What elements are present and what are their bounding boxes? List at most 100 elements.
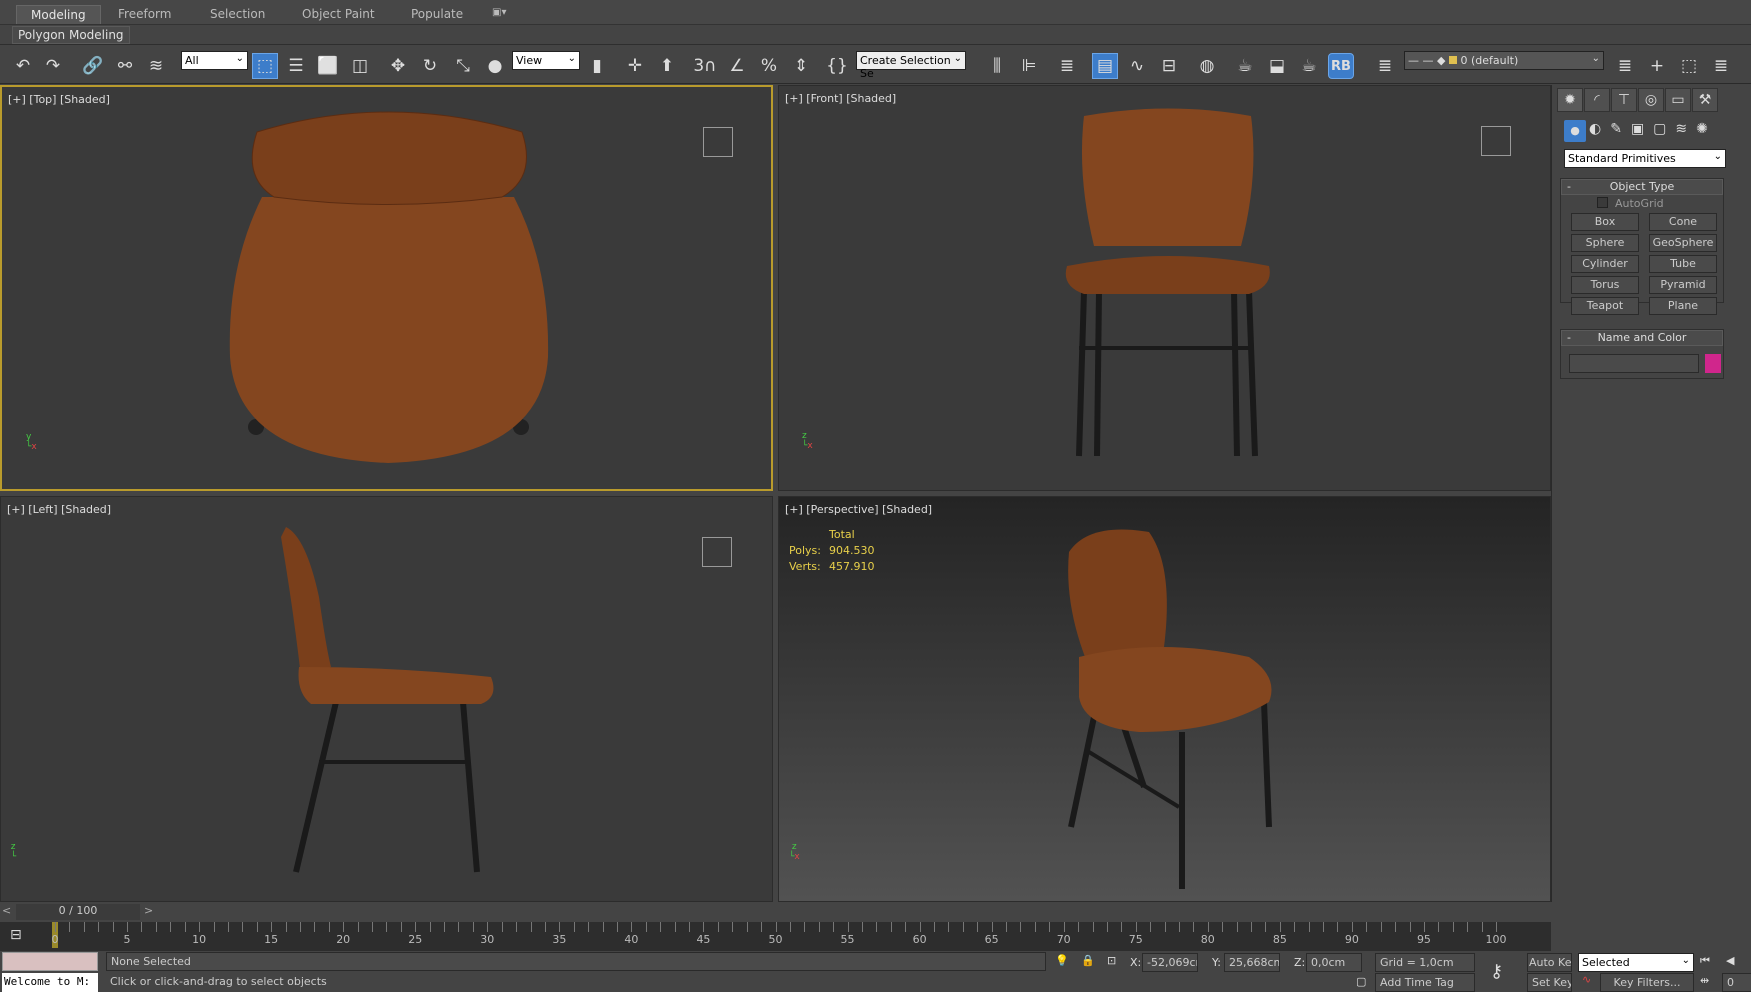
current-frame-input[interactable]: 0 xyxy=(1722,973,1751,992)
snaps-toggle-icon[interactable]: 3∩ xyxy=(692,53,718,79)
maxscript-input[interactable]: Welcome to M: xyxy=(2,973,98,992)
select-in-layer-icon[interactable]: ⬚ xyxy=(1676,53,1702,79)
polygon-modeling-label[interactable]: Polygon Modeling xyxy=(12,26,130,44)
teapot-button[interactable]: Teapot xyxy=(1571,297,1639,315)
object-color-swatch[interactable] xyxy=(1705,354,1721,373)
x-coordinate-input[interactable]: -52,069cm xyxy=(1142,953,1198,972)
plane-button[interactable]: Plane xyxy=(1649,297,1717,315)
display-tab-icon[interactable]: ▭ xyxy=(1665,88,1691,112)
tab-modeling[interactable]: Modeling xyxy=(16,5,101,24)
viewport-label[interactable]: [+] [Left] [Shaded] xyxy=(7,503,111,516)
tube-button[interactable]: Tube xyxy=(1649,255,1717,273)
reference-coordinate-dropdown[interactable]: View ⌄ xyxy=(512,51,580,70)
autogrid-checkbox[interactable] xyxy=(1597,197,1608,208)
auto-key-button[interactable]: Auto Key xyxy=(1527,953,1572,972)
previous-frame-icon[interactable]: ◀ xyxy=(1726,954,1734,967)
viewport-left[interactable]: [+] [Left] [Shaded] z └ xyxy=(0,496,773,902)
default-in-out-tangent-key-icon[interactable]: ⚷ xyxy=(1490,961,1503,982)
bind-space-warp-icon[interactable]: ≋ xyxy=(143,53,169,79)
z-coordinate-input[interactable]: 0,0cm xyxy=(1306,953,1362,972)
next-frame-button[interactable]: > xyxy=(144,904,153,917)
key-filters-button[interactable]: Key Filters... xyxy=(1600,973,1694,992)
viewcube-placeholder[interactable] xyxy=(702,537,732,567)
rb-button[interactable]: RB xyxy=(1328,53,1354,79)
selection-filter-dropdown[interactable]: All ⌄ xyxy=(181,51,248,70)
open-mini-curve-editor-icon[interactable]: ⊟ xyxy=(10,927,22,943)
tab-selection[interactable]: Selection xyxy=(196,5,279,24)
cylinder-button[interactable]: Cylinder xyxy=(1571,255,1639,273)
track-bar[interactable]: ⊟ 0 5 10 15 20 25 30 35 40 45 50 55 60 65 70 75 80 85 90 95… xyxy=(0,922,1551,951)
viewport-perspective[interactable]: [+] [Perspective] [Shaded] Total Polys: 9… xyxy=(778,496,1551,902)
select-by-name-icon[interactable]: ☰ xyxy=(283,53,309,79)
box-button[interactable]: Box xyxy=(1571,213,1639,231)
set-keys-curve-icon[interactable]: ∿ xyxy=(1582,973,1591,986)
pyramid-button[interactable]: Pyramid xyxy=(1649,276,1717,294)
align-icon[interactable]: ⊫ xyxy=(1016,53,1042,79)
viewport-label[interactable]: [+] [Perspective] [Shaded] xyxy=(785,503,932,516)
object-name-input[interactable] xyxy=(1569,354,1699,373)
geometry-icon[interactable]: ● xyxy=(1564,120,1586,142)
add-time-tag-button[interactable]: Add Time Tag xyxy=(1375,973,1475,992)
rendered-frame-window-icon[interactable]: ⬓ xyxy=(1264,53,1290,79)
name-color-header[interactable]: - Name and Color xyxy=(1561,330,1723,346)
named-selection-sets-dropdown[interactable]: Create Selection Se ⌄ xyxy=(856,51,966,80)
spinner-snap-icon[interactable]: ⇕ xyxy=(788,53,814,79)
tab-populate[interactable]: Populate xyxy=(397,5,477,24)
tab-freeform[interactable]: Freeform xyxy=(104,5,185,24)
redo-icon[interactable]: ↷ xyxy=(40,53,66,79)
time-slider[interactable]: < 0 / 100 > xyxy=(0,902,1551,922)
viewport-front[interactable]: [+] [Front] [Shaded] z └x xyxy=(778,85,1551,491)
viewport-top[interactable]: [+] [Top] [Shaded] y └x xyxy=(0,85,773,491)
scene-explorer-icon[interactable]: ▤ xyxy=(1092,53,1118,79)
create-tab-icon[interactable]: ✹ xyxy=(1557,88,1583,112)
motion-tab-icon[interactable]: ◎ xyxy=(1638,88,1664,112)
time-slider-thumb[interactable]: 0 / 100 xyxy=(16,904,140,920)
category-dropdown[interactable]: Standard Primitives ⌄ xyxy=(1564,149,1726,168)
torus-button[interactable]: Torus xyxy=(1571,276,1639,294)
hierarchy-tab-icon[interactable]: ⊤ xyxy=(1611,88,1637,112)
link-icon[interactable]: 🔗 xyxy=(80,53,106,79)
key-mode-toggle-icon[interactable]: ⇹ xyxy=(1700,974,1709,987)
viewport-label[interactable]: [+] [Front] [Shaded] xyxy=(785,92,896,105)
viewcube-placeholder[interactable] xyxy=(1481,126,1511,156)
rectangular-selection-icon[interactable]: ⬜ xyxy=(315,53,341,79)
object-type-header[interactable]: - Object Type xyxy=(1561,179,1723,195)
material-editor-icon[interactable]: ◍ xyxy=(1194,53,1220,79)
schematic-view-icon[interactable]: ⊟ xyxy=(1156,53,1182,79)
rotate-icon[interactable]: ↻ xyxy=(417,53,443,79)
mirror-icon[interactable]: ⫼ xyxy=(984,53,1010,79)
create-layer-icon[interactable]: ≣ xyxy=(1612,53,1638,79)
curve-editor-icon[interactable]: ∿ xyxy=(1124,53,1150,79)
absolute-mode-icon[interactable]: ⊡ xyxy=(1107,954,1116,967)
select-object-icon[interactable]: ⬚ xyxy=(252,53,278,79)
modify-tab-icon[interactable]: ◜ xyxy=(1584,88,1610,112)
viewcube-placeholder[interactable] xyxy=(703,127,733,157)
edit-named-selection-icon[interactable]: {} xyxy=(824,53,850,79)
cone-button[interactable]: Cone xyxy=(1649,213,1717,231)
go-to-start-icon[interactable]: ⏮ xyxy=(1700,954,1710,968)
layer-manager-2-icon[interactable]: ≣ xyxy=(1372,53,1398,79)
angle-snap-icon[interactable]: ∠ xyxy=(724,53,750,79)
layer-manager-icon[interactable]: ≣ xyxy=(1054,53,1080,79)
set-current-layer-icon[interactable]: ≣ xyxy=(1708,53,1734,79)
ribbon-options-icon[interactable]: ▣▾ xyxy=(478,5,520,24)
selection-lock-icon[interactable]: 🔒 xyxy=(1081,954,1095,967)
percent-snap-icon[interactable]: % xyxy=(756,53,782,79)
render-setup-icon[interactable]: ☕ xyxy=(1232,53,1258,79)
placement-icon[interactable]: ● xyxy=(482,53,508,79)
add-to-layer-icon[interactable]: + xyxy=(1644,53,1670,79)
undo-icon[interactable]: ↶ xyxy=(10,53,36,79)
viewport-label[interactable]: [+] [Top] [Shaded] xyxy=(8,93,110,106)
maxscript-listener[interactable] xyxy=(2,952,98,971)
window-crossing-icon[interactable]: ◫ xyxy=(347,53,373,79)
tab-object-paint[interactable]: Object Paint xyxy=(288,5,389,24)
shapes-lights-cameras-helpers-icons[interactable]: ◐✎▣▢≋✺ xyxy=(1589,121,1717,137)
move-icon[interactable]: ✥ xyxy=(385,53,411,79)
y-coordinate-input[interactable]: 25,668cm xyxy=(1224,953,1280,972)
sphere-button[interactable]: Sphere xyxy=(1571,234,1639,252)
keyboard-shortcut-override-icon[interactable]: ⬆ xyxy=(654,53,680,79)
scale-icon[interactable]: ⤡ xyxy=(450,53,476,79)
layer-dropdown[interactable]: — — ◆ 0 (default) ⌄ xyxy=(1404,51,1604,70)
key-mode-dropdown[interactable]: Selected ⌄ xyxy=(1578,953,1694,972)
utilities-tab-icon[interactable]: ⚒ xyxy=(1692,88,1718,112)
